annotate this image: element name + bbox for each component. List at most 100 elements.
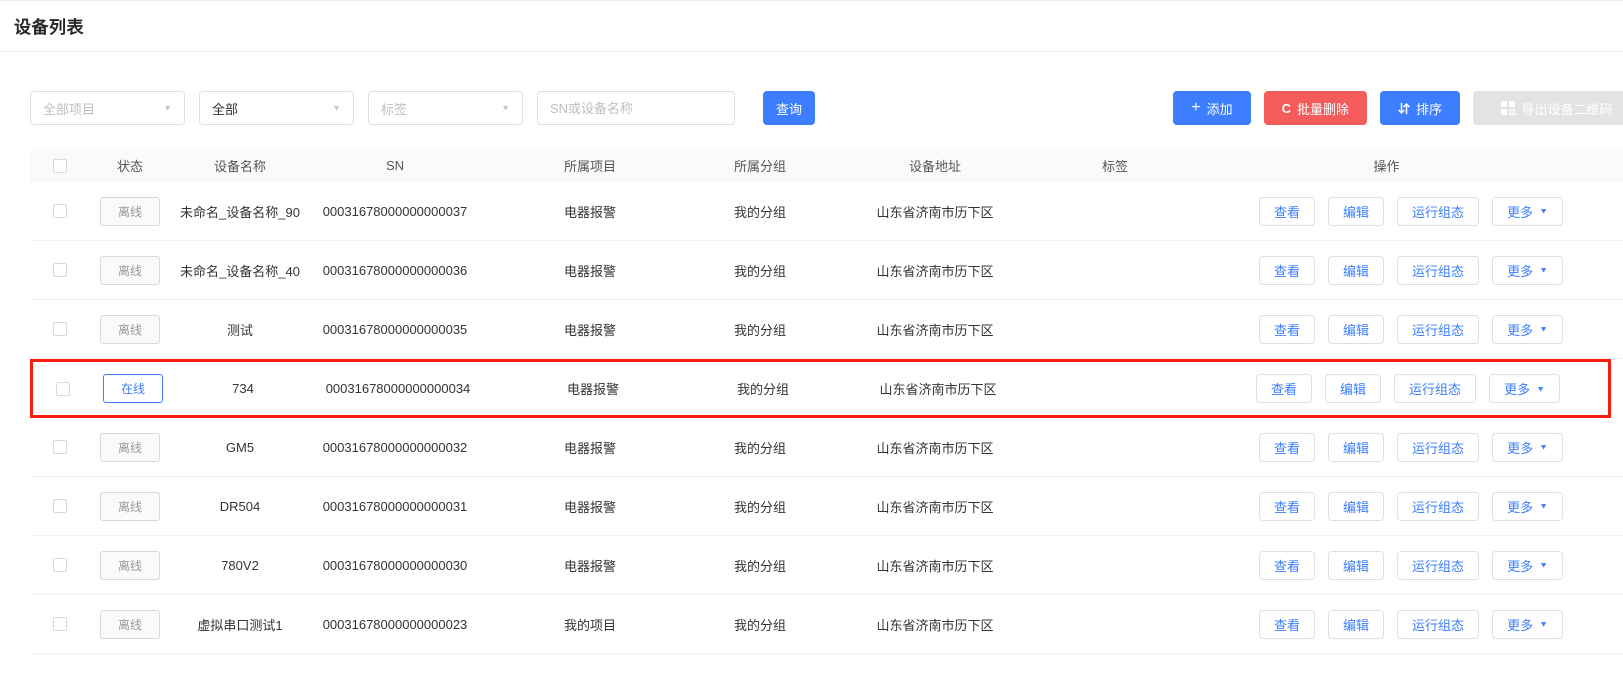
- row-actions: 查看 编辑 运行组态 更多 ▼: [1210, 197, 1623, 226]
- sort-button[interactable]: 排序: [1380, 91, 1460, 125]
- runtime-config-button[interactable]: 运行组态: [1397, 492, 1479, 521]
- column-header-sn: SN: [310, 158, 480, 173]
- view-button[interactable]: 查看: [1259, 492, 1315, 521]
- row-checkbox[interactable]: [53, 617, 67, 631]
- view-button[interactable]: 查看: [1256, 374, 1312, 403]
- device-project-cell: 我的项目: [480, 615, 700, 634]
- table-row: 在线 734 00031678000000000034 电器报警 我的分组 山东…: [30, 359, 1611, 418]
- view-button[interactable]: 查看: [1259, 197, 1315, 226]
- more-button[interactable]: 更多 ▼: [1492, 610, 1563, 639]
- chevron-down-icon: ▼: [1539, 443, 1548, 452]
- device-sn-cell: 00031678000000000032: [310, 440, 480, 455]
- runtime-config-button[interactable]: 运行组态: [1397, 610, 1479, 639]
- device-sn-cell: 00031678000000000023: [310, 617, 480, 632]
- more-button[interactable]: 更多 ▼: [1492, 315, 1563, 344]
- query-button[interactable]: 查询: [763, 91, 815, 125]
- row-checkbox[interactable]: [53, 558, 67, 572]
- edit-button[interactable]: 编辑: [1328, 315, 1384, 344]
- device-project-cell: 电器报警: [480, 320, 700, 339]
- table-row: 离线 780V2 00031678000000000030 电器报警 我的分组 …: [30, 536, 1623, 595]
- runtime-config-button[interactable]: 运行组态: [1397, 197, 1479, 226]
- row-actions: 查看 编辑 运行组态 更多 ▼: [1210, 551, 1623, 580]
- scope-select[interactable]: 全部 ▼: [199, 91, 354, 125]
- chevron-down-icon: ▼: [1539, 325, 1548, 334]
- row-checkbox[interactable]: [53, 204, 67, 218]
- device-project-cell: 电器报警: [480, 556, 700, 575]
- device-address-cell: 山东省济南市历下区: [823, 379, 1053, 398]
- edit-button[interactable]: 编辑: [1328, 610, 1384, 639]
- edit-button[interactable]: 编辑: [1328, 492, 1384, 521]
- more-button[interactable]: 更多 ▼: [1492, 551, 1563, 580]
- tag-select[interactable]: 标签 ▼: [368, 91, 523, 125]
- device-name-cell: GM5: [170, 440, 310, 455]
- device-sn-cell: 00031678000000000037: [310, 204, 480, 219]
- sort-icon: [1398, 102, 1410, 115]
- more-button[interactable]: 更多 ▼: [1492, 256, 1563, 285]
- export-qr-button[interactable]: 导出设备二维码: [1473, 91, 1623, 125]
- device-name-cell: 未命名_设备名称_90: [170, 202, 310, 221]
- view-button[interactable]: 查看: [1259, 315, 1315, 344]
- device-address-cell: 山东省济南市历下区: [820, 497, 1050, 516]
- row-checkbox[interactable]: [53, 322, 67, 336]
- more-button[interactable]: 更多 ▼: [1492, 197, 1563, 226]
- edit-button[interactable]: 编辑: [1328, 256, 1384, 285]
- runtime-config-button[interactable]: 运行组态: [1397, 551, 1479, 580]
- more-button[interactable]: 更多 ▼: [1492, 433, 1563, 462]
- chevron-down-icon: ▼: [1539, 561, 1548, 570]
- edit-button[interactable]: 编辑: [1328, 551, 1384, 580]
- edit-button[interactable]: 编辑: [1325, 374, 1381, 403]
- column-header-tags: 标签: [1050, 156, 1210, 175]
- row-checkbox[interactable]: [53, 440, 67, 454]
- edit-button[interactable]: 编辑: [1328, 433, 1384, 462]
- device-project-cell: 电器报警: [480, 497, 700, 516]
- column-header-status: 状态: [90, 156, 170, 175]
- runtime-config-button[interactable]: 运行组态: [1397, 315, 1479, 344]
- view-button[interactable]: 查看: [1259, 256, 1315, 285]
- device-address-cell: 山东省济南市历下区: [820, 320, 1050, 339]
- table-row: 离线 GM5 00031678000000000032 电器报警 我的分组 山东…: [30, 418, 1623, 477]
- row-actions: 查看 编辑 运行组态 更多 ▼: [1210, 256, 1623, 285]
- status-badge: 离线: [100, 197, 160, 226]
- search-input[interactable]: [537, 91, 735, 125]
- batch-delete-button[interactable]: C 批量删除: [1264, 91, 1367, 125]
- device-sn-cell: 00031678000000000034: [313, 381, 483, 396]
- filter-bar: 全部项目 ▼ 全部 ▼ 标签 ▼ 查询: [30, 91, 815, 125]
- device-address-cell: 山东省济南市历下区: [820, 261, 1050, 280]
- column-header-name: 设备名称: [170, 156, 310, 175]
- project-select-value: 全部项目: [43, 99, 95, 118]
- table-row: 离线 未命名_设备名称_90 00031678000000000037 电器报警…: [30, 182, 1623, 241]
- column-header-group: 所属分组: [700, 156, 820, 175]
- view-button[interactable]: 查看: [1259, 433, 1315, 462]
- device-address-cell: 山东省济南市历下区: [820, 438, 1050, 457]
- runtime-config-button[interactable]: 运行组态: [1397, 433, 1479, 462]
- table-body: 离线 未命名_设备名称_90 00031678000000000037 电器报警…: [30, 182, 1623, 654]
- view-button[interactable]: 查看: [1259, 551, 1315, 580]
- device-project-cell: 电器报警: [480, 438, 700, 457]
- row-actions: 查看 编辑 运行组态 更多 ▼: [1210, 315, 1623, 344]
- device-sn-cell: 00031678000000000036: [310, 263, 480, 278]
- runtime-config-button[interactable]: 运行组态: [1397, 256, 1479, 285]
- status-badge: 离线: [100, 492, 160, 521]
- project-select[interactable]: 全部项目 ▼: [30, 91, 185, 125]
- more-button[interactable]: 更多 ▼: [1492, 492, 1563, 521]
- status-badge: 离线: [100, 315, 160, 344]
- row-checkbox[interactable]: [53, 499, 67, 513]
- row-checkbox[interactable]: [56, 382, 70, 396]
- device-group-cell: 我的分组: [700, 261, 820, 280]
- chevron-down-icon: ▼: [1539, 207, 1548, 216]
- device-sn-cell: 00031678000000000035: [310, 322, 480, 337]
- edit-button[interactable]: 编辑: [1328, 197, 1384, 226]
- device-group-cell: 我的分组: [700, 556, 820, 575]
- toolbar: 全部项目 ▼ 全部 ▼ 标签 ▼ 查询 + 添加 C 批量删除 排序: [0, 91, 1623, 125]
- add-button[interactable]: + 添加: [1173, 91, 1250, 125]
- runtime-config-button[interactable]: 运行组态: [1394, 374, 1476, 403]
- row-checkbox[interactable]: [53, 263, 67, 277]
- select-all-checkbox[interactable]: [53, 159, 67, 173]
- chevron-down-icon: ▼: [1539, 266, 1548, 275]
- view-button[interactable]: 查看: [1259, 610, 1315, 639]
- tag-select-value: 标签: [381, 99, 407, 118]
- chevron-down-icon: ▼: [1539, 620, 1548, 629]
- device-group-cell: 我的分组: [700, 497, 820, 516]
- device-name-cell: 780V2: [170, 558, 310, 573]
- more-button[interactable]: 更多 ▼: [1489, 374, 1560, 403]
